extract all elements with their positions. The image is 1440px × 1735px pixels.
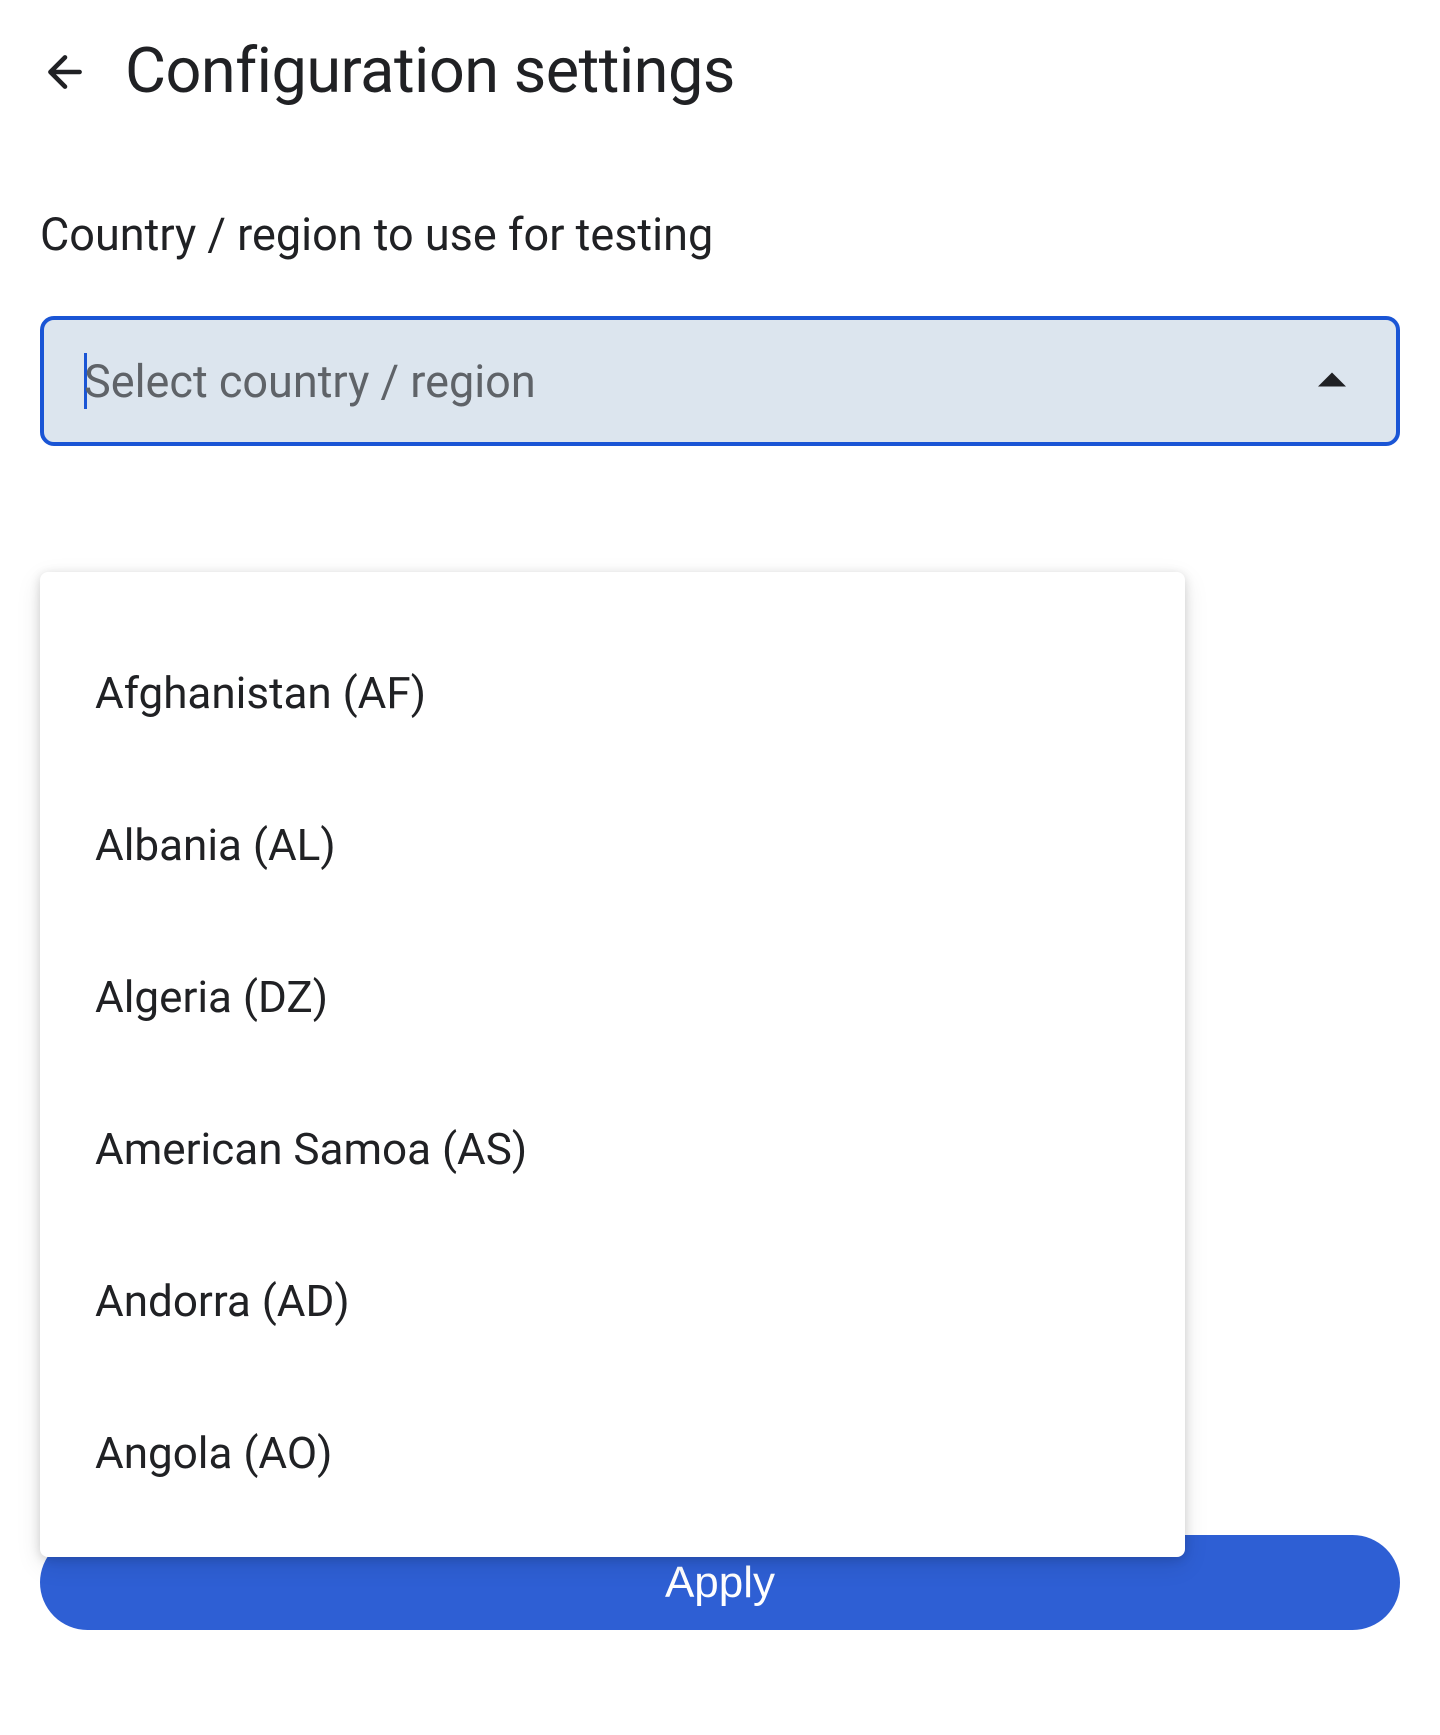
dropdown-option[interactable]: Angola (AO) xyxy=(40,1377,1185,1529)
dropdown-option[interactable]: Algeria (DZ) xyxy=(40,921,1185,1073)
dropdown-option[interactable]: Albania (AL) xyxy=(40,769,1185,921)
dropdown-option[interactable]: American Samoa (AS) xyxy=(40,1073,1185,1225)
page-header: Configuration settings xyxy=(40,35,1400,108)
dropdown-option[interactable]: Afghanistan (AF) xyxy=(40,617,1185,769)
dropdown-option[interactable]: Andorra (AD) xyxy=(40,1225,1185,1377)
country-select[interactable]: Select country / region xyxy=(40,316,1400,446)
chevron-up-icon xyxy=(1318,372,1346,391)
country-field-label: Country / region to use for testing xyxy=(40,208,1400,261)
back-arrow-icon[interactable] xyxy=(40,47,90,97)
country-select-placeholder: Select country / region xyxy=(84,355,536,408)
country-dropdown-menu: Afghanistan (AF) Albania (AL) Algeria (D… xyxy=(40,572,1185,1557)
page-title: Configuration settings xyxy=(125,35,735,108)
